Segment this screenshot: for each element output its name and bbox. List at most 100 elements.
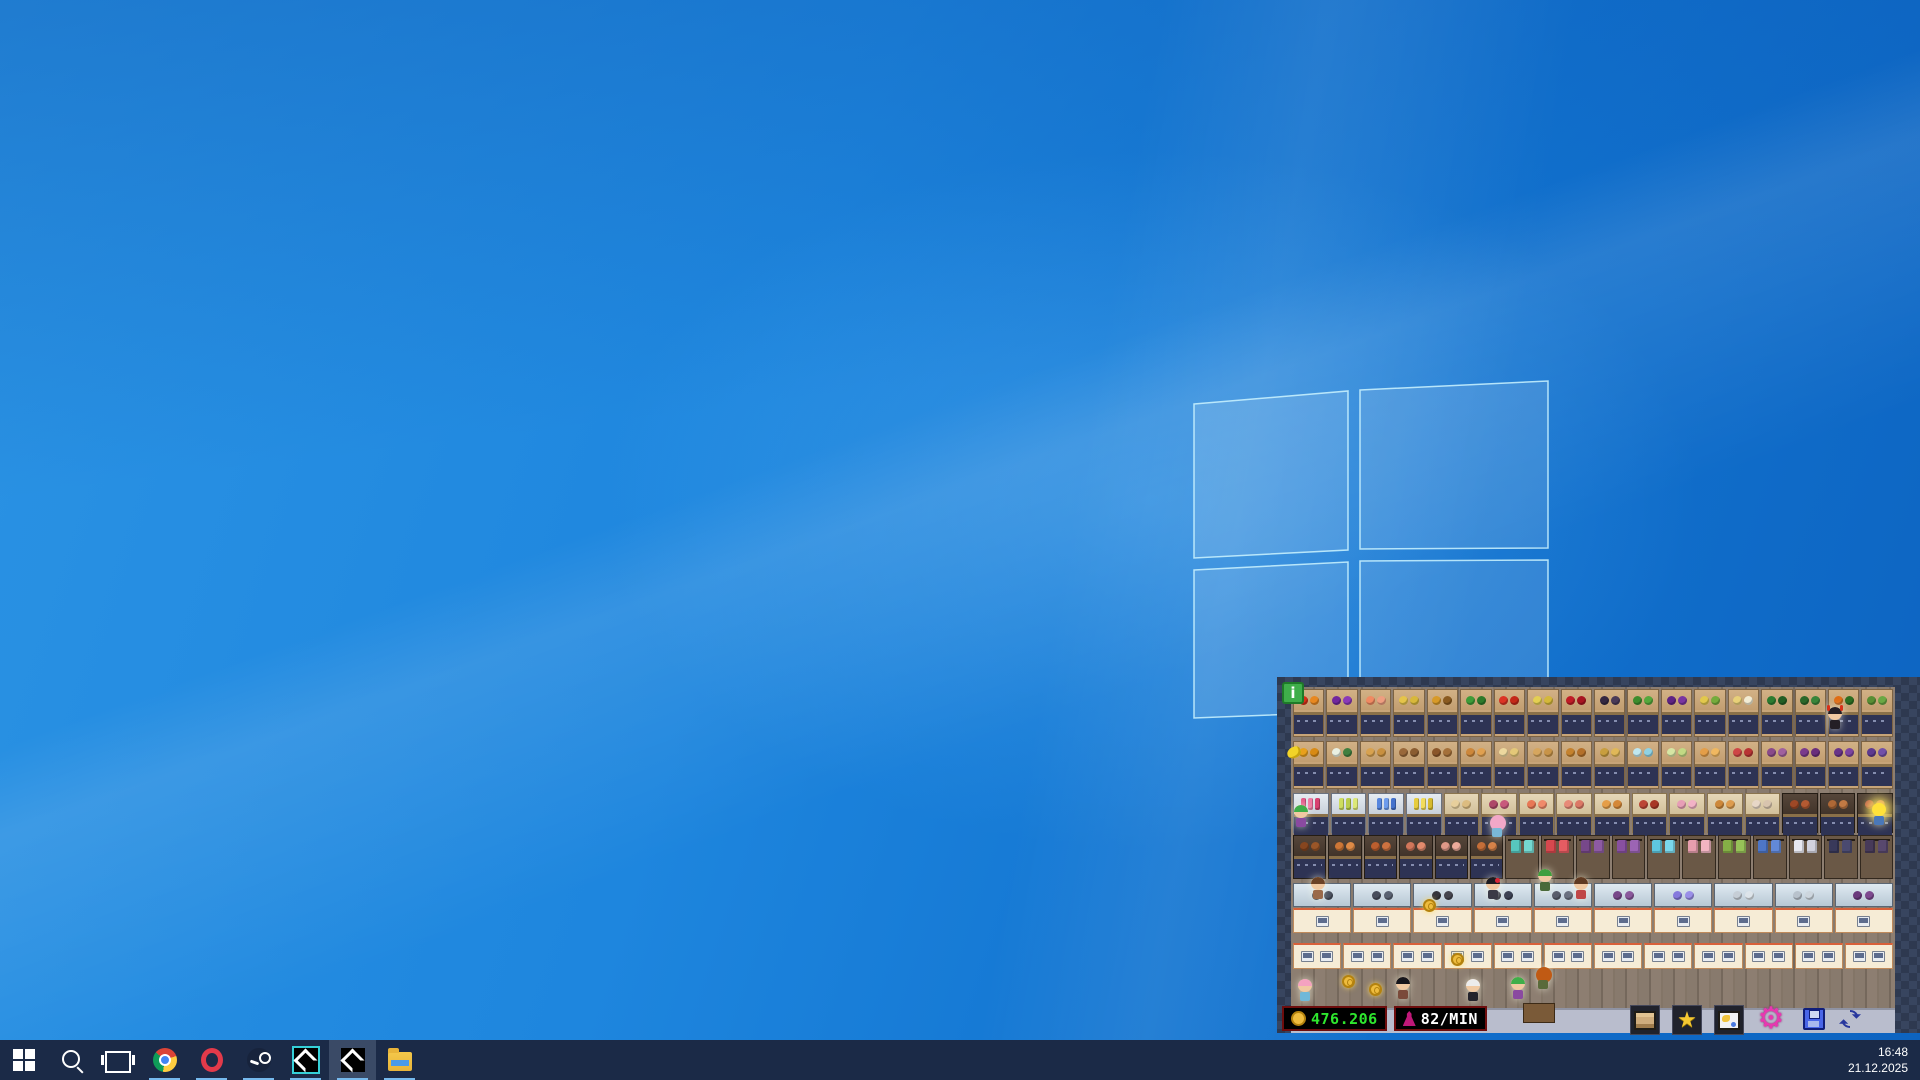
shelf-unit-chicken[interactable]: [1328, 835, 1361, 879]
file-explorer-button[interactable]: [376, 1040, 423, 1080]
shelf-unit-pineapples[interactable]: [1427, 689, 1458, 737]
fridge-unit-drinks-yellow[interactable]: [1406, 793, 1442, 833]
shelf-unit-jars-grape[interactable]: [1861, 741, 1892, 789]
clothes-rack-outfits-green[interactable]: [1718, 835, 1751, 879]
shelf-unit-herbs[interactable]: [1795, 689, 1826, 737]
shelf-unit-jam-orange[interactable]: [1694, 741, 1725, 789]
shelf-unit-eggplants[interactable]: [1661, 689, 1692, 737]
storage-button[interactable]: [1630, 1005, 1660, 1035]
shelf-unit-rolls[interactable]: [1527, 741, 1558, 789]
checkout-silver-balls-case[interactable]: [1775, 883, 1833, 933]
search-button[interactable]: [47, 1040, 94, 1080]
register-table[interactable]: [1393, 943, 1441, 969]
chrome-button[interactable]: [141, 1040, 188, 1080]
shelf-unit-fish[interactable]: [1399, 835, 1432, 879]
shelf-unit-blackberries[interactable]: [1594, 689, 1625, 737]
shelf-unit-golden-apples[interactable]: [1527, 689, 1558, 737]
task-view-button[interactable]: [94, 1040, 141, 1080]
shelf-unit-leeks[interactable]: [1326, 741, 1357, 789]
shelf-unit-broccoli[interactable]: [1761, 689, 1792, 737]
gamemaker-teal-button[interactable]: [282, 1040, 329, 1080]
fridge-unit-drinks-lime[interactable]: [1331, 793, 1367, 833]
register-table[interactable]: [1544, 943, 1592, 969]
sync-button[interactable]: [1836, 1005, 1864, 1033]
shelf-unit-asparagus[interactable]: [1861, 689, 1892, 737]
shelf-unit-ham-plates[interactable]: [1556, 793, 1592, 833]
register-table[interactable]: [1694, 943, 1742, 969]
clothes-rack-shirts-cyan[interactable]: [1647, 835, 1680, 879]
shelf-unit-smoked-fish[interactable]: [1470, 835, 1503, 879]
shelf-unit-cookie-plates[interactable]: [1669, 793, 1705, 833]
shelf-unit-buns[interactable]: [1460, 741, 1491, 789]
shelf-unit-pizza-plates[interactable]: [1594, 793, 1630, 833]
taskbar-clock[interactable]: 16:48 21.12.2025: [1838, 1040, 1920, 1080]
shelf-unit-jam-red[interactable]: [1728, 741, 1759, 789]
shelf-unit-cherries[interactable]: [1561, 689, 1592, 737]
register-table[interactable]: [1644, 943, 1692, 969]
shelf-unit-salmon-plates[interactable]: [1519, 793, 1555, 833]
shelf-unit-roasts[interactable]: [1293, 835, 1326, 879]
star-button[interactable]: ★: [1672, 1005, 1702, 1035]
shelf-unit-wings[interactable]: [1364, 835, 1397, 879]
clothes-rack-coats-violet[interactable]: [1612, 835, 1645, 879]
shelf-unit-butter[interactable]: [1494, 741, 1525, 789]
shelf-unit-soda-lime[interactable]: [1661, 741, 1692, 789]
register-table[interactable]: [1845, 943, 1893, 969]
checkout-purple-mitts-case[interactable]: [1594, 883, 1652, 933]
shelf-unit-pie-plates[interactable]: [1707, 793, 1743, 833]
checkout-purple-cabinet[interactable]: [1835, 883, 1893, 933]
shelf-unit-pastry-plates[interactable]: [1444, 793, 1480, 833]
fridge-unit-drinks-blue[interactable]: [1368, 793, 1404, 833]
clothes-rack-outfits-blue[interactable]: [1753, 835, 1786, 879]
register-table[interactable]: [1293, 943, 1341, 969]
shelf-unit-croissants[interactable]: [1561, 741, 1592, 789]
shelf-unit-cake-plates[interactable]: [1745, 793, 1781, 833]
register-table[interactable]: [1594, 943, 1642, 969]
shelf-unit-corn[interactable]: [1694, 689, 1725, 737]
checkout-caps-case[interactable]: [1474, 883, 1532, 933]
shelf-unit-baguettes[interactable]: [1360, 741, 1391, 789]
checkout-loafers-case[interactable]: [1353, 883, 1411, 933]
register-table[interactable]: [1494, 943, 1542, 969]
shelf-unit-cucumbers[interactable]: [1627, 689, 1658, 737]
shelf-unit-jam-plum[interactable]: [1761, 741, 1792, 789]
game-window[interactable]: i 476.206 82/MIN ★⚙: [1277, 677, 1920, 1033]
checkout-orbs-case[interactable]: [1714, 883, 1772, 933]
shelf-unit-steak-plates[interactable]: [1632, 793, 1668, 833]
checkout-boots-case[interactable]: [1413, 883, 1471, 933]
start-button[interactable]: [0, 1040, 47, 1080]
settings-button[interactable]: ⚙: [1757, 1005, 1785, 1033]
clothes-rack-sweaters-purple[interactable]: [1576, 835, 1609, 879]
shelf-unit-poultry-hooks[interactable]: [1820, 793, 1856, 833]
opera-button[interactable]: [188, 1040, 235, 1080]
shelf-unit-jars-violet[interactable]: [1828, 741, 1859, 789]
checkout-headphones-case[interactable]: [1654, 883, 1712, 933]
clothes-rack-suits-dark[interactable]: [1860, 835, 1893, 879]
gamemaker-button[interactable]: [329, 1040, 376, 1080]
save-button[interactable]: [1800, 1005, 1828, 1033]
shelf-unit-turnips[interactable]: [1728, 689, 1759, 737]
register-table[interactable]: [1745, 943, 1793, 969]
shelf-unit-soda-blue[interactable]: [1627, 741, 1658, 789]
map-button[interactable]: [1714, 1005, 1744, 1035]
shelf-unit-pretzels[interactable]: [1427, 741, 1458, 789]
shelf-unit-jars-purple[interactable]: [1795, 741, 1826, 789]
register-table[interactable]: [1795, 943, 1843, 969]
shelf-unit-peaches[interactable]: [1360, 689, 1391, 737]
clothes-rack-suits-navy[interactable]: [1824, 835, 1857, 879]
shelf-unit-sausage-hooks[interactable]: [1782, 793, 1818, 833]
clothes-rack-suits-white[interactable]: [1789, 835, 1822, 879]
shelf-unit-grapes[interactable]: [1326, 689, 1357, 737]
steam-button[interactable]: [235, 1040, 282, 1080]
shelf-unit-tomatoes[interactable]: [1494, 689, 1525, 737]
info-button[interactable]: i: [1282, 682, 1304, 704]
clothes-rack-shirts-teal[interactable]: [1505, 835, 1538, 879]
register-table[interactable]: [1343, 943, 1391, 969]
clothes-rack-shirts-pink[interactable]: [1682, 835, 1715, 879]
shelf-unit-potatoes[interactable]: [1393, 741, 1424, 789]
shelf-unit-watermelons[interactable]: [1460, 689, 1491, 737]
shelf-unit-donuts[interactable]: [1594, 741, 1625, 789]
shelf-unit-cured-ham[interactable]: [1435, 835, 1468, 879]
monitor-icon: [1702, 951, 1715, 962]
shelf-unit-pears[interactable]: [1393, 689, 1424, 737]
